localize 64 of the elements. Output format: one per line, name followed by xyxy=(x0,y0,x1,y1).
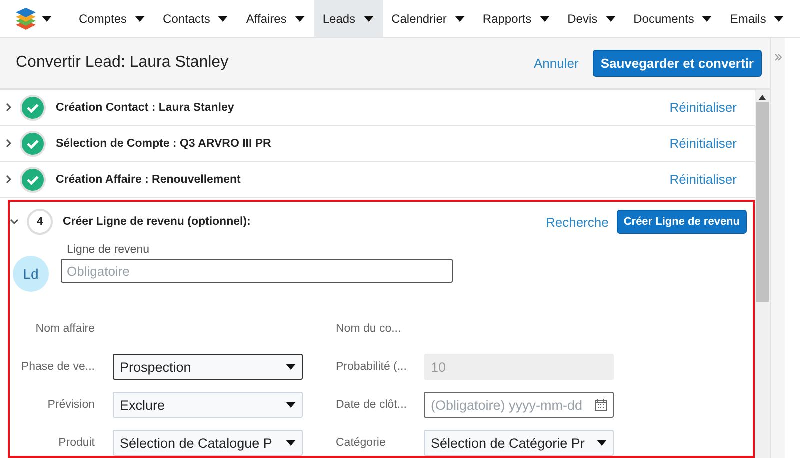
avatar: Ld xyxy=(13,256,49,292)
layers-logo-icon[interactable] xyxy=(16,8,36,30)
caret-icon xyxy=(286,364,296,370)
field-label: Prévision xyxy=(46,398,95,413)
check-circle-icon xyxy=(20,94,46,120)
field-label: Date de clôt... xyxy=(336,398,406,413)
cancel-link[interactable]: Annuler xyxy=(534,56,579,70)
field-label: Nom affaire xyxy=(34,322,95,337)
caret-icon xyxy=(364,16,374,22)
field-label: Nom du co... xyxy=(336,322,402,337)
caret-icon xyxy=(286,402,296,408)
nav-tab[interactable]: Devis xyxy=(558,0,625,37)
readonly-field: 10 xyxy=(424,354,614,380)
step-number: 4 xyxy=(27,209,53,235)
page-title: Convertir Lead: Laura Stanley xyxy=(16,54,230,72)
nav-tab[interactable]: Affaires xyxy=(237,0,314,37)
field-label: Probabilité (... xyxy=(336,360,406,375)
caret-icon xyxy=(606,16,616,22)
nav-tab[interactable]: Documents xyxy=(624,0,722,37)
caret-icon xyxy=(218,16,228,22)
chevron-right-icon[interactable] xyxy=(6,139,12,148)
chevron-down-icon[interactable] xyxy=(10,219,19,225)
caret-icon xyxy=(135,16,146,22)
dropdown[interactable]: Sélection de Catalogue P xyxy=(113,430,303,456)
step-title: Création Contact : Laura Stanley xyxy=(56,102,236,114)
reset-link[interactable]: Réinitialiser xyxy=(670,136,737,151)
input-field[interactable]: Obligatoire xyxy=(61,259,453,283)
caret-icon xyxy=(454,16,465,22)
chevron-right-icon[interactable] xyxy=(6,103,12,112)
nav-tab[interactable]: Comptes xyxy=(70,0,154,37)
create-button[interactable]: Créer Ligne de revenu xyxy=(616,210,747,234)
caret-icon xyxy=(702,16,712,22)
field-label: Phase de ve... xyxy=(20,360,95,375)
field-label: Produit xyxy=(58,436,95,451)
caret-icon xyxy=(597,440,607,446)
check-circle-icon xyxy=(20,130,46,156)
field-label: Ligne de revenu xyxy=(67,244,150,256)
nav-tab[interactable]: Contacts xyxy=(154,0,238,37)
nav-tab[interactable]: Calendrier xyxy=(382,0,474,37)
scrollbar[interactable] xyxy=(755,90,770,458)
dropdown[interactable]: Exclure xyxy=(113,392,303,418)
reset-link[interactable]: Réinitialiser xyxy=(670,172,737,187)
caret-icon xyxy=(294,16,305,22)
calendar-icon xyxy=(595,399,607,411)
reset-link[interactable]: Réinitialiser xyxy=(670,100,737,115)
search-link[interactable]: Recherche xyxy=(546,214,609,230)
step-title: Sélection de Compte : Q3 ARVRO III PR xyxy=(56,138,272,150)
nav-tab[interactable]: Leads xyxy=(314,0,383,37)
caret-icon xyxy=(286,440,296,446)
nav-tab[interactable]: Emails xyxy=(721,0,794,37)
step-title: Création Affaire : Renouvellement xyxy=(56,174,242,186)
chevron-right-icon[interactable] xyxy=(6,175,12,184)
save-convert-button[interactable]: Sauvegarder et convertir xyxy=(592,50,762,76)
double-chevron-icon[interactable] xyxy=(774,54,782,61)
step-title: Créer Ligne de revenu (optionnel): xyxy=(63,216,252,228)
caret-icon xyxy=(42,16,52,22)
caret-icon xyxy=(540,16,550,22)
dropdown[interactable]: Sélection de Catégorie Pr xyxy=(424,430,614,456)
nav-tab[interactable]: Rapports xyxy=(474,0,559,37)
caret-icon xyxy=(774,16,784,22)
field-label: Catégorie xyxy=(336,436,387,451)
check-circle-icon xyxy=(20,166,46,192)
scroll-up-icon[interactable] xyxy=(759,95,766,100)
dropdown[interactable]: Prospection xyxy=(113,354,303,380)
